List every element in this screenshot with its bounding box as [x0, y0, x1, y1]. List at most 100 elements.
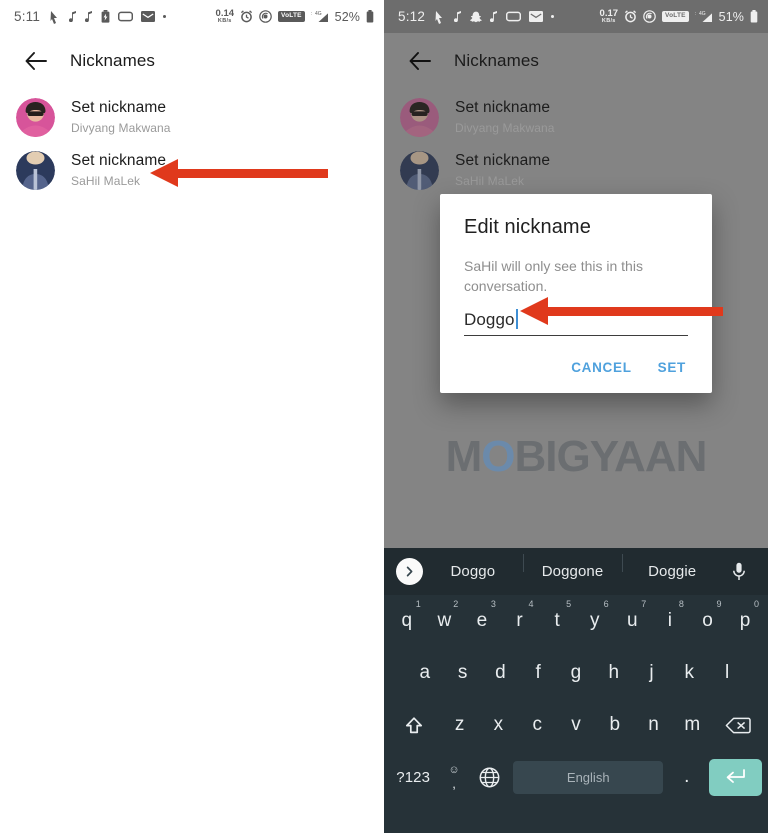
- status-left-icons: [49, 10, 167, 24]
- nickname-title: Set nickname: [71, 152, 167, 170]
- nickname-title: Set nickname: [71, 99, 167, 117]
- avatar: [16, 151, 55, 190]
- key-l[interactable]: l: [708, 647, 746, 699]
- edit-nickname-dialog: Edit nickname SaHil will only see this i…: [440, 194, 712, 393]
- key-p-label: p: [739, 610, 751, 631]
- nickname-title: Set nickname: [455, 152, 551, 170]
- backspace-key[interactable]: [712, 699, 764, 751]
- nickname-text: Set nickname SaHil MaLek: [71, 151, 166, 189]
- key-e-label: e: [476, 610, 488, 631]
- nickname-subtitle: Divyang Makwana: [71, 120, 171, 135]
- suggestion-1[interactable]: Doggone: [522, 554, 623, 580]
- data-rate-unit: KB/s: [601, 17, 616, 24]
- signal-icon: :4G: [311, 10, 329, 23]
- more-dot-icon: [551, 15, 555, 18]
- symbols-key[interactable]: ?123: [390, 751, 436, 803]
- key-h[interactable]: h: [595, 647, 633, 699]
- back-button[interactable]: [16, 41, 56, 81]
- suggestion-2[interactable]: Doggie: [622, 554, 722, 580]
- key-u[interactable]: 7u: [614, 595, 652, 647]
- set-button[interactable]: SET: [658, 360, 686, 375]
- nickname-text: Set nickname Divyang Makwana: [71, 98, 171, 136]
- nickname-subtitle: SaHil MaLek: [455, 173, 525, 188]
- nickname-row-divyang[interactable]: Set nickname Divyang Makwana: [384, 91, 768, 144]
- battery-icon: [366, 10, 374, 23]
- key-c[interactable]: c: [518, 699, 557, 751]
- snapchat-icon: [470, 11, 482, 23]
- music-note-icon: [69, 11, 77, 22]
- status-left-icons: [434, 10, 555, 24]
- key-b[interactable]: b: [595, 699, 634, 751]
- page-title: Nicknames: [454, 51, 539, 70]
- nickname-subtitle: SaHil MaLek: [71, 173, 141, 188]
- volte-icon: VoLTE: [662, 11, 689, 22]
- watermark-before: M: [445, 432, 483, 481]
- email-icon: [141, 11, 156, 22]
- nickname-row-divyang[interactable]: Set nickname Divyang Makwana: [0, 91, 384, 144]
- key-a[interactable]: a: [406, 647, 444, 699]
- key-v[interactable]: v: [557, 699, 596, 751]
- key-i[interactable]: 8i: [651, 595, 689, 647]
- svg-text:4G: 4G: [699, 11, 706, 17]
- suggestion-bar: Doggo Doggone Doggie: [384, 548, 768, 595]
- keyboard-row-3: z x c v b n m: [384, 699, 768, 751]
- key-k[interactable]: k: [670, 647, 708, 699]
- alarm-icon: [624, 10, 637, 23]
- key-m[interactable]: m: [673, 699, 712, 751]
- screen-recorder-icon: [118, 11, 134, 22]
- nickname-subtitle: Divyang Makwana: [455, 120, 555, 135]
- alarm-icon: [240, 10, 253, 23]
- key-w[interactable]: 2w: [426, 595, 464, 647]
- shift-key[interactable]: [388, 699, 440, 751]
- expand-toolbar-button[interactable]: [396, 558, 423, 585]
- key-u-number: 7: [641, 599, 647, 609]
- key-i-number: 8: [678, 599, 684, 609]
- shift-up-icon: [406, 716, 423, 733]
- key-f[interactable]: f: [519, 647, 557, 699]
- key-o-number: 9: [716, 599, 722, 609]
- nickname-input[interactable]: Doggo: [464, 308, 688, 336]
- emoji-comma-key[interactable]: ☺ ,: [436, 751, 472, 803]
- key-t[interactable]: 5t: [538, 595, 576, 647]
- back-button[interactable]: [400, 41, 440, 81]
- key-n[interactable]: n: [634, 699, 673, 751]
- cancel-button[interactable]: CANCEL: [571, 360, 631, 375]
- screen-recorder-icon: [506, 11, 522, 22]
- key-s[interactable]: s: [444, 647, 482, 699]
- language-switch-key[interactable]: [472, 751, 508, 803]
- battery-icon: [750, 10, 758, 23]
- music-note-icon: [490, 11, 498, 22]
- avatar: [400, 98, 439, 137]
- key-d[interactable]: d: [482, 647, 520, 699]
- enter-key[interactable]: [708, 758, 762, 796]
- key-w-label: w: [437, 610, 452, 631]
- music-note-icon: [454, 11, 462, 22]
- key-j[interactable]: j: [633, 647, 671, 699]
- spacebar[interactable]: English: [513, 760, 663, 794]
- microphone-icon[interactable]: [722, 562, 756, 581]
- keyboard-row-2: a s d f g h j k l: [384, 647, 768, 699]
- key-q[interactable]: 1q: [388, 595, 426, 647]
- chevron-right-icon: [406, 566, 413, 577]
- key-p[interactable]: 0p: [726, 595, 764, 647]
- period-key[interactable]: .: [669, 751, 705, 803]
- key-o[interactable]: 9o: [689, 595, 727, 647]
- data-rate-unit: KB/s: [217, 17, 232, 24]
- key-r[interactable]: 4r: [501, 595, 539, 647]
- nickname-row-sahil[interactable]: Set nickname SaHil MaLek: [0, 144, 384, 197]
- text-cursor: [515, 308, 518, 329]
- emoji-icon: ☺: [448, 763, 460, 776]
- key-y[interactable]: 6y: [576, 595, 614, 647]
- key-z[interactable]: z: [440, 699, 479, 751]
- battery-percentage: 51%: [718, 9, 744, 24]
- key-e[interactable]: 3e: [463, 595, 501, 647]
- on-screen-keyboard: Doggo Doggone Doggie 1q 2w 3e 4r 5t 6y 7…: [384, 548, 768, 833]
- key-r-number: 4: [528, 599, 534, 609]
- key-x[interactable]: x: [479, 699, 518, 751]
- nickname-row-sahil[interactable]: Set nickname SaHil MaLek: [384, 144, 768, 197]
- svg-text:4G: 4G: [315, 11, 322, 17]
- key-g[interactable]: g: [557, 647, 595, 699]
- data-rate-indicator: 0.14 KB/s: [216, 9, 235, 24]
- watermark-after: BIGYAAN: [514, 432, 708, 481]
- suggestion-0[interactable]: Doggo: [423, 563, 523, 580]
